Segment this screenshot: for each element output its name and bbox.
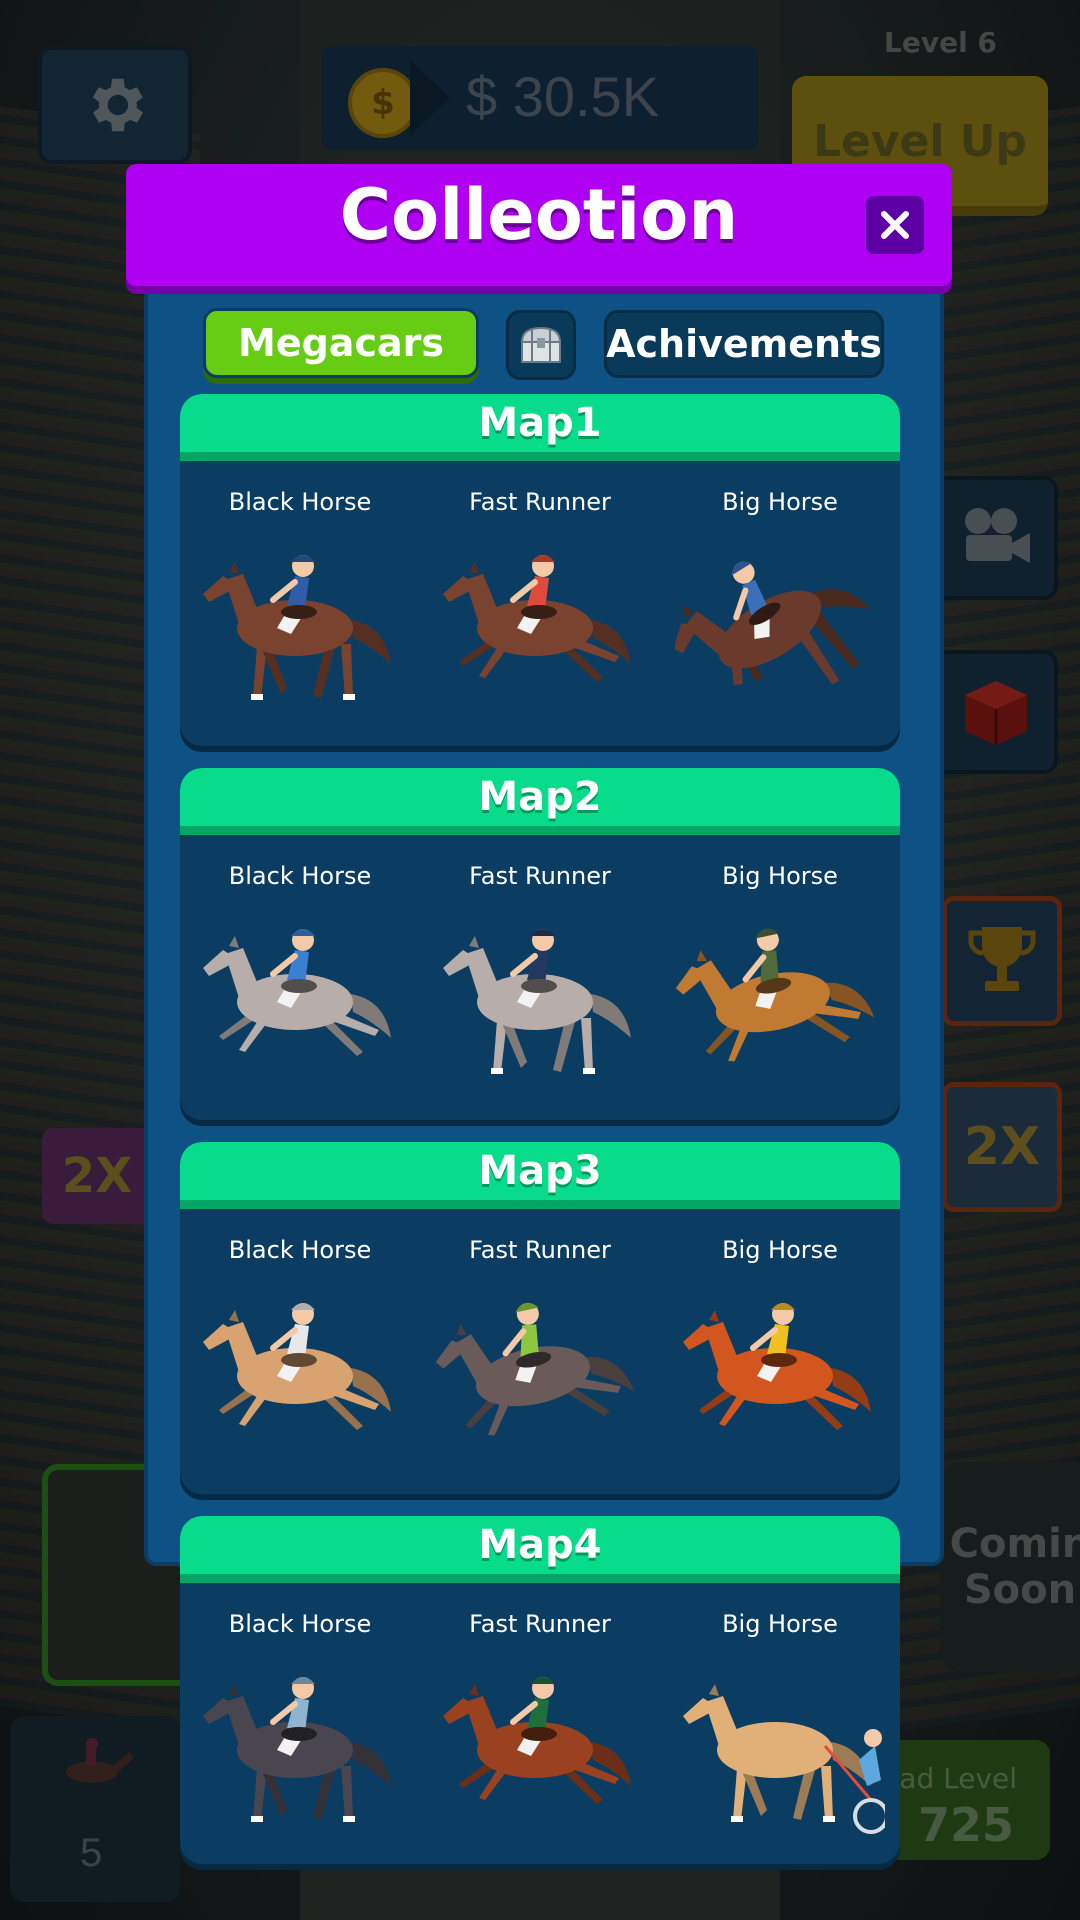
tab-chest[interactable]	[506, 310, 576, 380]
close-icon	[881, 211, 909, 239]
horse-name: Black Horse	[228, 862, 372, 890]
chest-icon	[520, 326, 562, 363]
horse-name: Black Horse	[228, 488, 372, 516]
map-title: Map2	[478, 774, 602, 820]
horse-illustration[interactable]	[675, 902, 885, 1092]
map-card-1: Map1 Black Horse Fast Runner Big Horse	[180, 394, 900, 746]
map-card-4: Map4 Black Horse Fast Runner Big Horse	[180, 1516, 900, 1864]
tab-achievements[interactable]: Achivements	[604, 310, 884, 378]
tab-megacars[interactable]: Megacars	[203, 308, 479, 378]
horse-illustration[interactable]	[435, 902, 645, 1092]
horse-name: Black Horse	[228, 1236, 372, 1264]
horse-name: Big Horse	[722, 1236, 838, 1264]
map-title: Map3	[478, 1148, 602, 1194]
horse-illustration[interactable]	[195, 1276, 405, 1466]
horse-name: Black Horse	[228, 1610, 372, 1638]
horse-name: Big Horse	[722, 488, 838, 516]
horse-name: Big Horse	[722, 1610, 838, 1638]
horse-name: Fast Runner	[469, 862, 611, 890]
horse-name: Fast Runner	[469, 1236, 611, 1264]
horse-name: Fast Runner	[469, 488, 611, 516]
collection-header: Colleotion	[126, 164, 952, 286]
horse-illustration[interactable]	[435, 528, 645, 718]
horse-illustration[interactable]	[195, 1650, 405, 1840]
map-title: Map1	[478, 400, 602, 446]
horse-illustration[interactable]	[675, 1650, 885, 1840]
horse-illustration[interactable]	[675, 528, 885, 718]
horse-name: Big Horse	[722, 862, 838, 890]
map-card-2: Map2 Black Horse Fast Runner Big Horse	[180, 768, 900, 1120]
horse-illustration[interactable]	[675, 1276, 885, 1466]
close-button[interactable]	[866, 196, 924, 254]
horse-illustration[interactable]	[435, 1650, 645, 1840]
horse-name: Fast Runner	[469, 1610, 611, 1638]
modal-title: Colleotion	[339, 174, 739, 256]
horse-illustration[interactable]	[195, 902, 405, 1092]
horse-illustration[interactable]	[435, 1276, 645, 1466]
map-title: Map4	[478, 1522, 602, 1568]
map-card-3: Map3 Black Horse Fast Runner Big Horse	[180, 1142, 900, 1494]
horse-illustration[interactable]	[195, 528, 405, 718]
